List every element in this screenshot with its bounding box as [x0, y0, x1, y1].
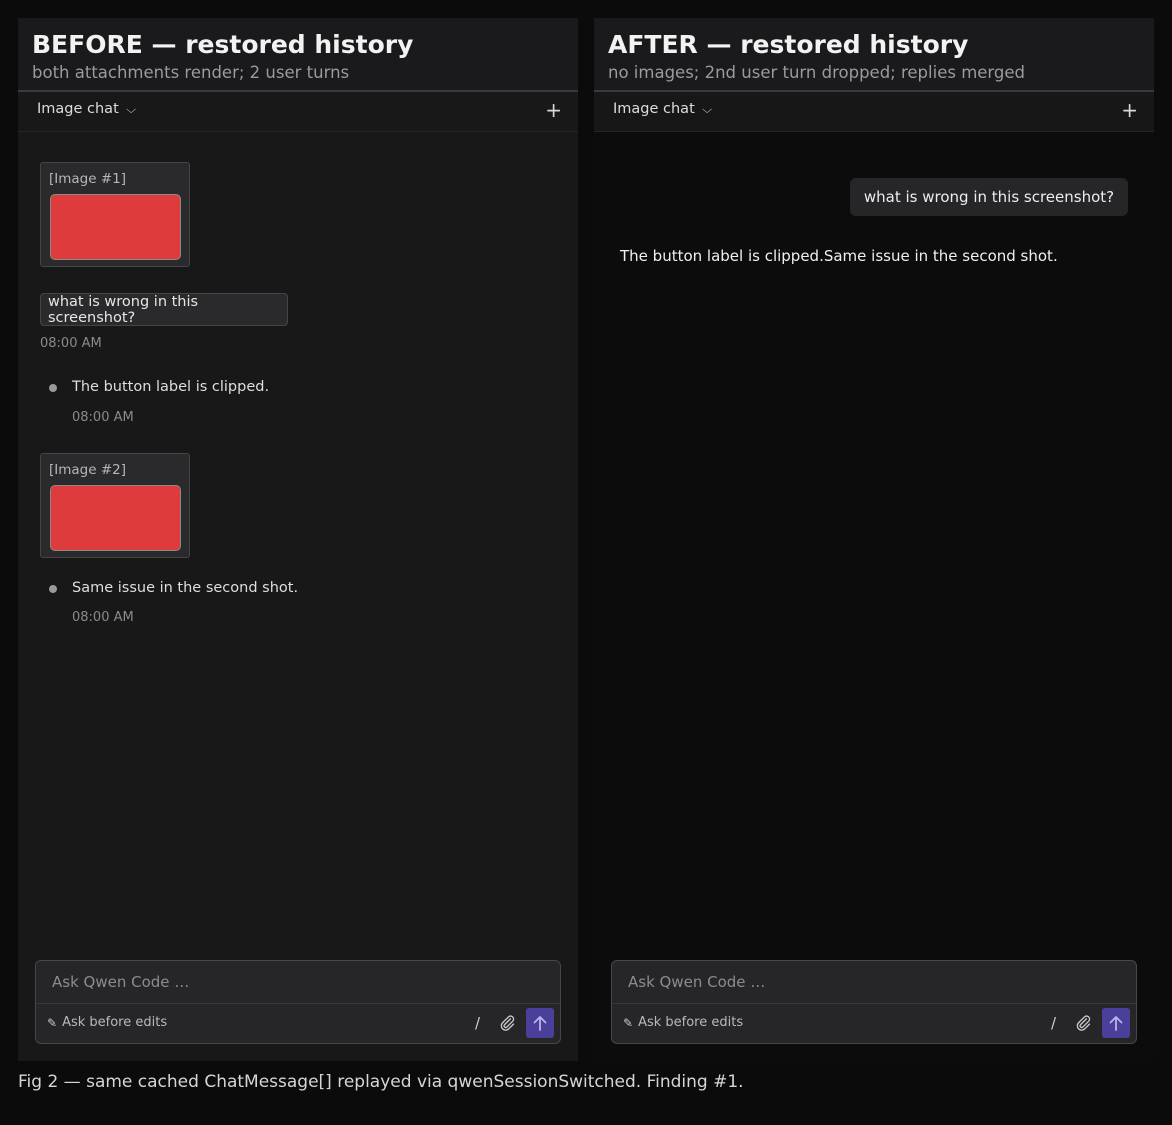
panel-subtitle: no images; 2nd user turn dropped; replie…	[608, 63, 1026, 82]
user-message-text: what is wrong in this screenshot?	[48, 293, 199, 326]
chevron-down-icon: ⌵	[125, 103, 136, 116]
panel-subtitle: both attachments render; 2 user turns	[32, 63, 350, 82]
arrow-up-icon	[1109, 1016, 1123, 1031]
plus-icon: +	[1121, 98, 1138, 122]
image-thumbnail	[50, 194, 181, 260]
after-panel: AFTER — restored history no images; 2nd …	[594, 18, 1154, 1061]
chat-session-select[interactable]: Image chat ⌵	[37, 101, 136, 117]
chat-toolbar: Image chat ⌵ +	[594, 92, 1154, 132]
bullet-icon	[49, 384, 57, 392]
edit-mode-toggle[interactable]: ✎ Ask before edits	[47, 1015, 167, 1030]
chat-session-label: Image chat	[613, 101, 695, 117]
assistant-message: The button label is clipped.	[72, 379, 270, 395]
edit-mode-label: Ask before edits	[62, 1015, 168, 1030]
plus-icon: +	[545, 98, 562, 122]
chat-session-select[interactable]: Image chat ⌵	[613, 101, 712, 117]
user-message-text: what is wrong in this screenshot?	[863, 188, 1115, 206]
assistant-message: Same issue in the second shot.	[72, 580, 299, 596]
chat-input[interactable]: Ask Qwen Code …	[628, 973, 765, 991]
new-chat-button[interactable]: +	[1121, 98, 1138, 122]
figure-caption: Fig 2 — same cached ChatMessage[] replay…	[18, 1072, 744, 1092]
message-timestamp: 08:00 AM	[40, 336, 102, 351]
edit-mode-toggle[interactable]: ✎ Ask before edits	[623, 1015, 743, 1030]
paperclip-icon[interactable]	[498, 1014, 516, 1032]
panel-header: AFTER — restored history no images; 2nd …	[594, 18, 1154, 92]
image-attachment-label: [Image #1]	[49, 171, 127, 187]
chat-toolbar: Image chat ⌵ +	[18, 92, 578, 132]
panel-header: BEFORE — restored history both attachmen…	[18, 18, 578, 92]
new-chat-button[interactable]: +	[545, 98, 562, 122]
message-timestamp: 08:00 AM	[72, 610, 134, 625]
user-message: what is wrong in this screenshot?	[850, 178, 1128, 216]
paperclip-icon[interactable]	[1074, 1014, 1092, 1032]
pencil-icon: ✎	[47, 1015, 58, 1030]
image-thumbnail	[50, 485, 181, 551]
image-attachment[interactable]: [Image #2]	[40, 453, 190, 558]
arrow-up-icon	[533, 1016, 547, 1031]
user-message: what is wrong in this screenshot?	[40, 293, 288, 326]
before-panel: BEFORE — restored history both attachmen…	[18, 18, 578, 1061]
chat-input[interactable]: Ask Qwen Code …	[52, 973, 189, 991]
composer: Ask Qwen Code … ✎ Ask before edits /	[611, 960, 1137, 1044]
image-attachment-label: [Image #2]	[49, 462, 127, 478]
edit-mode-label: Ask before edits	[638, 1015, 744, 1030]
image-attachment[interactable]: [Image #1]	[40, 162, 190, 267]
bullet-icon	[49, 585, 57, 593]
send-button[interactable]	[1102, 1008, 1130, 1038]
message-timestamp: 08:00 AM	[72, 410, 134, 425]
composer-divider	[612, 1003, 1136, 1004]
composer-divider	[36, 1003, 560, 1004]
chevron-down-icon: ⌵	[701, 103, 712, 116]
panel-title: AFTER — restored history	[608, 30, 969, 59]
slash-command-button[interactable]: /	[475, 1014, 480, 1032]
assistant-message: The button label is clipped.Same issue i…	[620, 247, 1058, 265]
composer: Ask Qwen Code … ✎ Ask before edits /	[35, 960, 561, 1044]
slash-command-button[interactable]: /	[1051, 1014, 1056, 1032]
pencil-icon: ✎	[623, 1015, 634, 1030]
chat-session-label: Image chat	[37, 101, 119, 117]
panel-title: BEFORE — restored history	[32, 30, 414, 59]
send-button[interactable]	[526, 1008, 554, 1038]
